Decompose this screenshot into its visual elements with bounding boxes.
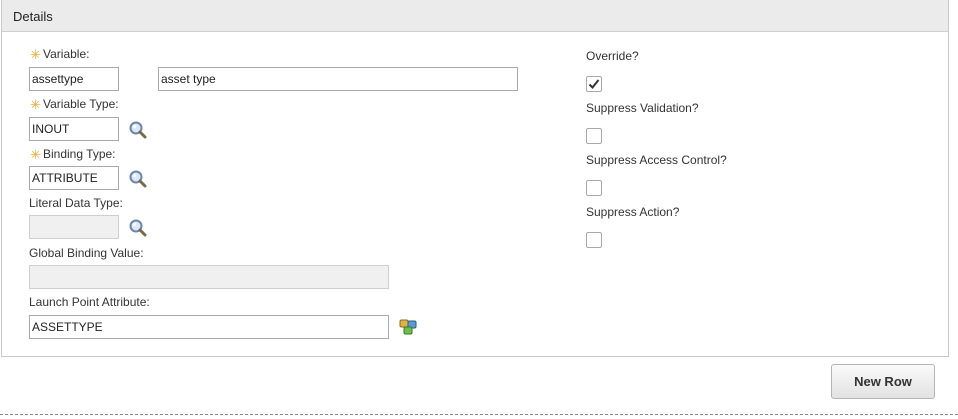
required-marker: ✳ — [30, 47, 41, 62]
suppress-action-label: Suppress Action? — [586, 205, 680, 219]
literal-data-type-input — [29, 215, 119, 239]
required-marker: ✳ — [30, 97, 41, 112]
variable-description-input[interactable] — [158, 67, 518, 91]
magnifier-icon[interactable] — [128, 169, 148, 189]
launch-point-attribute-input[interactable] — [29, 315, 389, 339]
suppress-validation-label: Suppress Validation? — [586, 101, 699, 115]
attribute-lookup-icon[interactable] — [398, 317, 418, 337]
variable-input[interactable] — [29, 67, 119, 91]
override-label: Override? — [586, 49, 639, 63]
binding-type-label: Binding Type: — [43, 147, 116, 161]
details-panel-header: Details — [2, 0, 948, 32]
required-marker: ✳ — [30, 147, 41, 162]
launch-point-attribute-label: Launch Point Attribute: — [29, 295, 150, 309]
global-binding-value-input — [29, 265, 389, 289]
details-panel: Details ✳ Variable: ✳ Variable Type: ✳ B… — [1, 0, 949, 357]
binding-type-input[interactable] — [29, 166, 119, 190]
global-binding-value-label: Global Binding Value: — [29, 246, 144, 260]
override-checkbox[interactable] — [586, 76, 602, 92]
section-divider — [0, 414, 958, 415]
suppress-validation-checkbox[interactable] — [586, 128, 602, 144]
panel-title: Details — [13, 9, 53, 24]
variable-label: Variable: — [43, 47, 90, 61]
variable-type-input[interactable] — [29, 117, 119, 141]
literal-data-type-label: Literal Data Type: — [29, 196, 123, 210]
magnifier-icon[interactable] — [128, 120, 148, 140]
magnifier-icon[interactable] — [128, 218, 148, 238]
variable-type-label: Variable Type: — [43, 97, 119, 111]
suppress-access-control-label: Suppress Access Control? — [586, 153, 727, 167]
suppress-action-checkbox[interactable] — [586, 232, 602, 248]
new-row-button[interactable]: New Row — [831, 364, 935, 399]
suppress-access-control-checkbox[interactable] — [586, 180, 602, 196]
